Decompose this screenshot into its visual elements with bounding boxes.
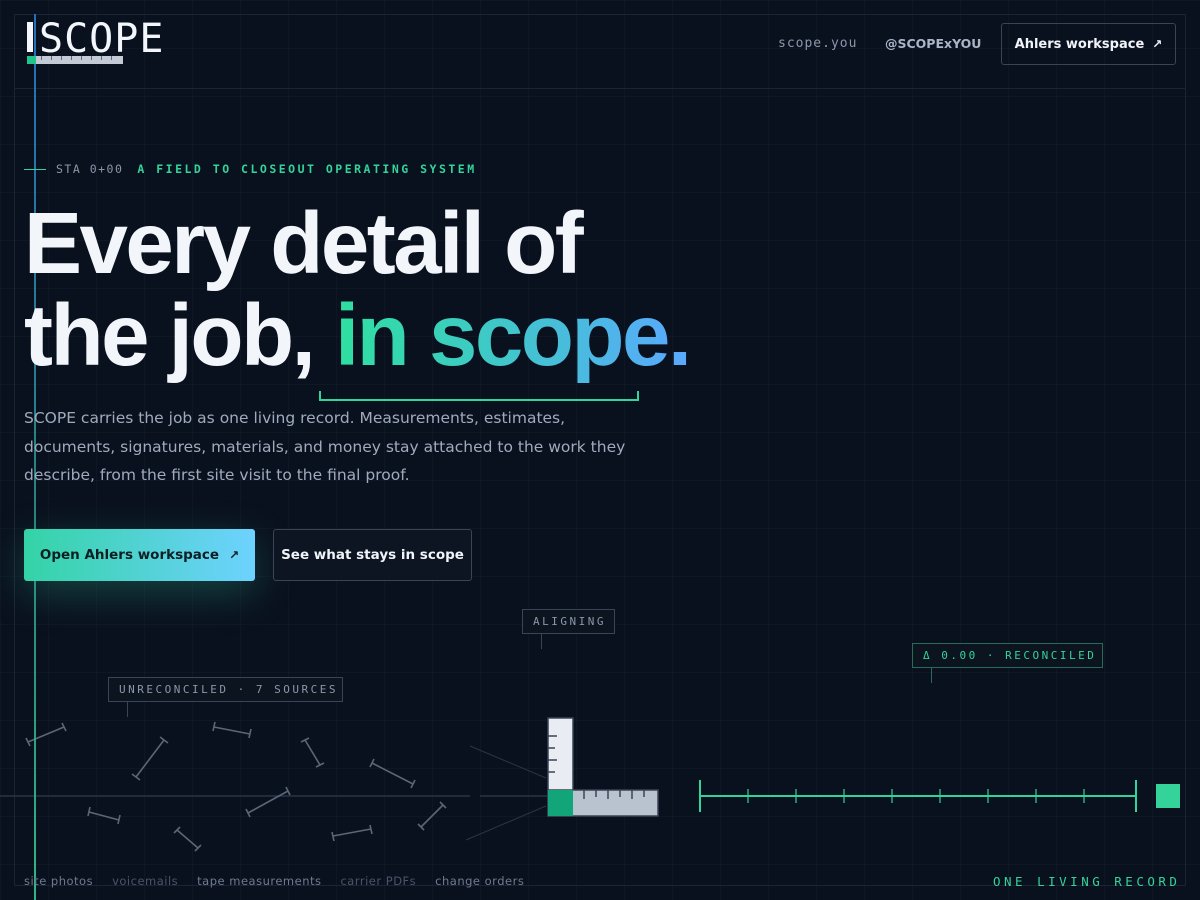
source-list: site photos voicemails tape measurements… xyxy=(24,874,524,888)
logo-ruler xyxy=(27,56,123,64)
station-label: STA 0+00 xyxy=(56,162,124,176)
workspace-button[interactable]: Ahlers workspace ↗ xyxy=(1001,23,1176,65)
reconciled-label: Δ 0.00 · RECONCILED xyxy=(912,643,1103,668)
headline-line-1: Every detail of xyxy=(24,195,584,292)
open-workspace-label: Open Ahlers workspace xyxy=(39,547,220,563)
eyebrow-tagline: A FIELD TO CLOSEOUT OPERATING SYSTEM xyxy=(137,162,477,176)
workspace-button-label: Ahlers workspace xyxy=(1014,36,1145,52)
unreconciled-label: UNRECONCILED · 7 SOURCES xyxy=(108,677,343,702)
headline-line-2: the job, xyxy=(24,287,335,384)
nav-handle-link[interactable]: @SCOPExYOU xyxy=(885,36,981,51)
open-workspace-button[interactable]: Open Ahlers workspace ↗ xyxy=(24,529,255,581)
see-scope-button[interactable]: See what stays in scope xyxy=(273,529,472,581)
arrow-up-right-icon: ↗ xyxy=(229,548,240,562)
nav-domain-link[interactable]: scope.you xyxy=(778,36,857,51)
source-item: tape measurements xyxy=(197,874,322,888)
eyebrow-dash xyxy=(24,168,46,170)
scope-logo[interactable]: SCOPE xyxy=(27,16,187,68)
source-item: carrier PDFs xyxy=(340,874,417,888)
source-item: site photos xyxy=(24,874,94,888)
hero-headline: Every detail of the job, in scope. xyxy=(24,195,692,384)
one-living-record-tag: ONE LIVING RECORD xyxy=(993,874,1181,889)
aligning-label: ALIGNING xyxy=(522,609,615,634)
headline-bracket xyxy=(319,391,639,401)
see-scope-label: See what stays in scope xyxy=(281,547,464,563)
header-divider xyxy=(14,88,1186,89)
arrow-up-right-icon: ↗ xyxy=(1152,37,1163,51)
eyebrow: STA 0+00 A FIELD TO CLOSEOUT OPERATING S… xyxy=(24,162,477,176)
hero-lead: SCOPE carries the job as one living reco… xyxy=(24,409,626,484)
headline-accent: in scope. xyxy=(334,287,692,384)
source-item: change orders xyxy=(435,874,525,888)
source-item: voicemails xyxy=(112,874,179,888)
